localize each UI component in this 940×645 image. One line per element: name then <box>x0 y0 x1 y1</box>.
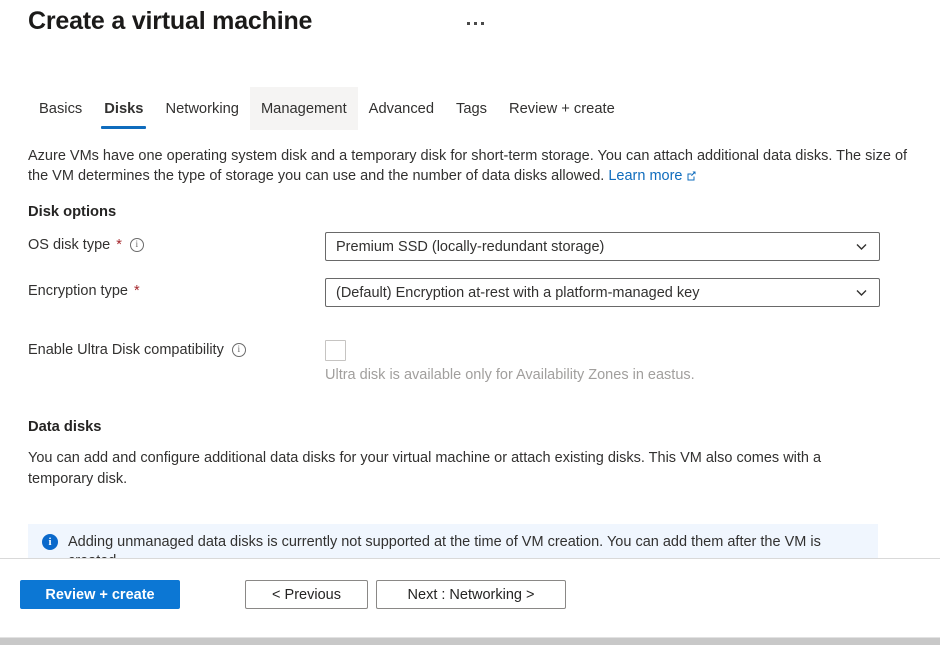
disks-intro-text: Azure VMs have one operating system disk… <box>28 146 912 187</box>
required-marker: * <box>134 283 140 299</box>
encryption-type-select[interactable]: (Default) Encryption at-rest with a plat… <box>325 278 880 307</box>
window-bottom-strip <box>0 637 940 645</box>
tab-networking[interactable]: Networking <box>154 87 249 130</box>
page-header: Create a virtual machine <box>28 5 912 37</box>
os-disk-type-label: OS disk type * <box>28 232 325 253</box>
create-vm-page: Create a virtual machine Basics Disks Ne… <box>0 0 940 645</box>
required-marker: * <box>116 237 122 253</box>
review-create-button[interactable]: Review + create <box>20 580 180 609</box>
wizard-tabs: Basics Disks Networking Management Advan… <box>28 87 912 130</box>
learn-more-link[interactable]: Learn more <box>608 168 696 184</box>
os-disk-type-row: OS disk type * Premium SSD (locally-redu… <box>28 232 912 261</box>
ultra-disk-helper-text: Ultra disk is available only for Availab… <box>325 366 695 384</box>
ultra-disk-field: Ultra disk is available only for Availab… <box>325 340 695 384</box>
tab-basics[interactable]: Basics <box>28 87 93 130</box>
data-disks-description: You can add and configure additional dat… <box>28 448 878 490</box>
info-icon[interactable] <box>232 343 246 357</box>
previous-button[interactable]: < Previous <box>245 580 368 609</box>
ultra-disk-row: Enable Ultra Disk compatibility Ultra di… <box>28 340 912 384</box>
info-icon[interactable] <box>130 238 144 252</box>
chevron-down-icon <box>854 239 869 254</box>
footer-action-bar: Review + create < Previous Next : Networ… <box>0 558 940 637</box>
ultra-disk-label: Enable Ultra Disk compatibility <box>28 340 325 358</box>
encryption-type-row: Encryption type * (Default) Encryption a… <box>28 278 912 307</box>
page-title: Create a virtual machine <box>28 5 312 37</box>
page-content: Create a virtual machine Basics Disks Ne… <box>0 5 940 583</box>
intro-text: Azure VMs have one operating system disk… <box>28 148 907 184</box>
tab-tags[interactable]: Tags <box>445 87 498 130</box>
ultra-disk-checkbox[interactable] <box>325 340 346 361</box>
chevron-down-icon <box>854 285 869 300</box>
tab-management[interactable]: Management <box>250 87 358 130</box>
data-disks-heading: Data disks <box>28 419 912 435</box>
disk-options-heading: Disk options <box>28 204 912 220</box>
external-link-icon <box>686 167 697 187</box>
tab-review-create[interactable]: Review + create <box>498 87 626 130</box>
info-banner-icon <box>42 534 58 550</box>
os-disk-type-select[interactable]: Premium SSD (locally-redundant storage) <box>325 232 880 261</box>
footer-buttons: Review + create < Previous Next : Networ… <box>0 559 940 609</box>
next-networking-button[interactable]: Next : Networking > <box>376 580 566 609</box>
more-options-icon[interactable] <box>464 19 487 28</box>
tab-advanced[interactable]: Advanced <box>358 87 445 130</box>
tab-disks[interactable]: Disks <box>93 87 154 130</box>
encryption-type-label: Encryption type * <box>28 278 325 299</box>
